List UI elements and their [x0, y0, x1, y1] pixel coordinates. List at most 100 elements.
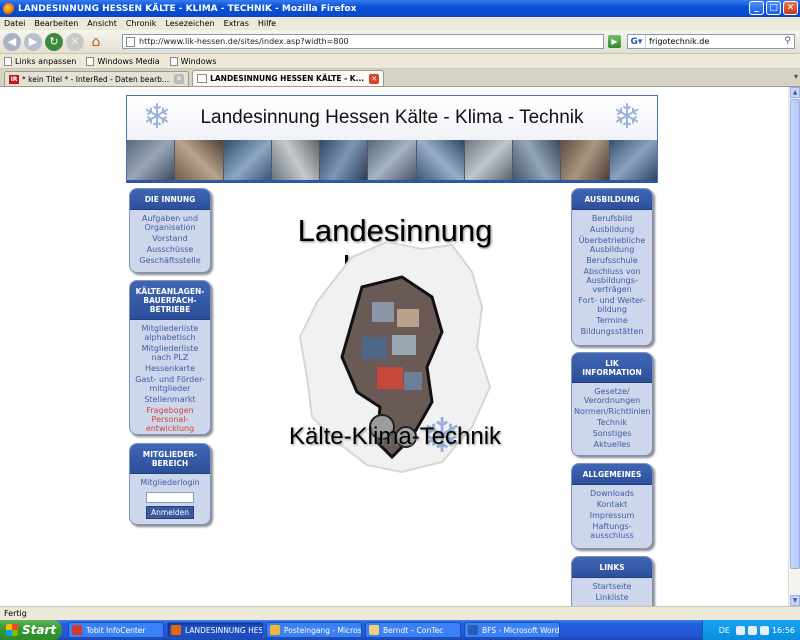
stop-icon[interactable]: ✕	[66, 32, 84, 51]
minimize-button[interactable]: _	[749, 1, 764, 15]
menu-bearbeiten[interactable]: Bearbeiten	[34, 19, 78, 28]
link-mitgliederliste-alphabetisch[interactable]: Mitgliederliste alphabetisch	[132, 324, 208, 342]
box-heading: LIK INFORMATION	[572, 353, 652, 383]
web-content: ❄ Landesinnung Hessen Kälte - Klima - Te…	[0, 87, 788, 606]
banner-photo	[513, 140, 562, 180]
login-label: Mitgliederlogin	[140, 478, 200, 487]
box-heading: KÄLTEANLAGEN-BAUERFACH-BETRIEBE	[130, 281, 210, 320]
login-input[interactable]	[146, 492, 194, 503]
tray-icon[interactable]	[747, 625, 757, 635]
menu-ansicht[interactable]: Ansicht	[87, 19, 117, 28]
menu-datei[interactable]: Datei	[4, 19, 25, 28]
word-icon	[468, 625, 478, 635]
box-lik-information: LIK INFORMATION Gesetze/ Verordnungen No…	[571, 352, 653, 456]
banner-title: Landesinnung Hessen Kälte - Klima - Tech…	[200, 107, 584, 128]
scroll-up-icon[interactable]: ▲	[790, 87, 800, 98]
hessen-photo	[404, 372, 422, 390]
menu-lesezeichen[interactable]: Lesezeichen	[165, 19, 214, 28]
search-box[interactable]: G▾ frigotechnik.de ⚲	[627, 34, 795, 49]
link-normen-richtlinien[interactable]: Normen/Richtlinien	[574, 407, 651, 416]
link-vorstand[interactable]: Vorstand	[132, 234, 208, 243]
link-hessenkarte[interactable]: Hessenkarte	[132, 364, 208, 373]
tab-interred[interactable]: IR * kein Titel * - InterRed - Daten bea…	[4, 71, 190, 86]
google-search-icon[interactable]: G▾	[628, 35, 646, 48]
bookmarks-bar: Links anpassen Windows Media Windows	[0, 54, 800, 69]
link-kontakt[interactable]: Kontakt	[574, 500, 650, 509]
link-aufgaben-organisation[interactable]: Aufgaben und Organisation	[132, 214, 208, 232]
link-ueberbetriebliche-ausbildung[interactable]: Überbetriebliche Ausbildung	[574, 236, 650, 254]
tobit-icon	[72, 625, 82, 635]
link-berufsschule[interactable]: Berufsschule	[574, 256, 650, 265]
link-ausschuesse[interactable]: Ausschüsse	[132, 245, 208, 254]
link-technik[interactable]: Technik	[574, 418, 650, 427]
back-arrow-icon[interactable]: ◀	[3, 32, 21, 51]
task-word[interactable]: BFS - Microsoft Word	[464, 622, 560, 638]
home-icon[interactable]: ⌂	[87, 33, 105, 51]
firefox-icon	[171, 625, 181, 635]
tab-list-icon[interactable]: ▾	[794, 72, 798, 81]
anmelden-button[interactable]: Anmelden	[145, 506, 195, 519]
language-indicator[interactable]: DE	[719, 626, 730, 635]
menu-extras[interactable]: Extras	[224, 19, 249, 28]
menu-chronik[interactable]: Chronik	[126, 19, 157, 28]
tray-icon[interactable]	[735, 625, 745, 635]
bookmark-page-icon	[86, 56, 95, 66]
link-gesetze-verordnungen[interactable]: Gesetze/ Verordnungen	[574, 387, 650, 405]
bookmark-page-icon	[169, 56, 178, 66]
link-termine[interactable]: Termine	[574, 316, 650, 325]
link-berufsbild[interactable]: Berufsbild	[574, 214, 650, 223]
reload-icon[interactable]: ↻	[45, 32, 63, 51]
link-haftungsausschluss[interactable]: Haftungs-ausschluss	[574, 522, 650, 540]
link-startseite[interactable]: Startseite	[574, 582, 650, 591]
task-folder-contec[interactable]: Berndt – ConTec	[365, 622, 461, 638]
task-outlook[interactable]: Posteingang - Micros...	[266, 622, 362, 638]
link-linkliste[interactable]: Linkliste	[574, 593, 650, 602]
banner-photo	[609, 140, 657, 180]
link-stellenmarkt[interactable]: Stellenmarkt	[132, 395, 208, 404]
banner-photo	[127, 140, 176, 180]
scrollbar-thumb[interactable]	[790, 99, 800, 569]
tab-bar: IR * kein Titel * - InterRed - Daten bea…	[0, 69, 800, 87]
task-tobit-infocenter[interactable]: Tobit InfoCenter	[68, 622, 164, 638]
hessen-photo	[397, 309, 419, 327]
link-impressum[interactable]: Impressum	[574, 511, 650, 520]
box-betriebe: KÄLTEANLAGEN-BAUERFACH-BETRIEBE Mitglied…	[129, 280, 211, 435]
link-aktuelles[interactable]: Aktuelles	[574, 440, 650, 449]
close-button[interactable]: ✕	[783, 1, 798, 15]
url-bar[interactable]: http://www.lik-hessen.de/sites/index.asp…	[122, 34, 604, 49]
scroll-down-icon[interactable]: ▼	[790, 595, 800, 606]
vertical-scrollbar[interactable]: ▲ ▼	[788, 87, 800, 606]
search-value: frigotechnik.de	[649, 37, 710, 46]
menu-bar: Datei Bearbeiten Ansicht Chronik Lesezei…	[0, 17, 800, 30]
link-downloads[interactable]: Downloads	[574, 489, 650, 498]
bookmark-windows-media[interactable]: Windows Media	[86, 56, 160, 66]
link-ausbildung[interactable]: Ausbildung	[574, 225, 650, 234]
tab-close-icon[interactable]: ✕	[369, 73, 380, 84]
tab-close-icon[interactable]: ✕	[174, 74, 185, 84]
bookmark-windows[interactable]: Windows	[169, 56, 216, 66]
bookmark-links-anpassen[interactable]: Links anpassen	[4, 56, 76, 66]
link-gast-foerdermitglieder[interactable]: Gast- und Förder-mitglieder	[132, 375, 208, 393]
link-mitgliederliste-plz[interactable]: Mitgliederliste nach PLZ	[132, 344, 208, 362]
firefox-icon	[3, 2, 15, 15]
link-abschluss-ausbildungsvertraegen[interactable]: Abschluss von Ausbildungs-verträgen	[574, 267, 650, 294]
hessen-photo	[392, 335, 416, 355]
forward-arrow-icon[interactable]: ▶	[24, 32, 42, 51]
link-sonstiges[interactable]: Sonstiges	[574, 429, 650, 438]
box-heading: DIE INNUNG	[130, 189, 210, 210]
start-button[interactable]: Start	[0, 620, 62, 640]
maximize-button[interactable]: □	[766, 1, 781, 15]
link-fragebogen-personalentwicklung[interactable]: Fragebogen Personal-entwicklung	[132, 406, 208, 433]
tray-icon[interactable]	[759, 625, 769, 635]
link-geschaeftsstelle[interactable]: Geschäftsstelle	[132, 256, 208, 265]
link-fort-weiterbildung[interactable]: Fort- und Weiter-bildung	[574, 296, 650, 314]
tab-landesinnung[interactable]: LANDESINNUNG HESSEN KÄLTE - K... ✕	[192, 70, 385, 86]
banner-photo	[416, 140, 465, 180]
window-title-bar: LANDESINNUNG HESSEN KÄLTE - KLIMA - TECH…	[0, 0, 800, 17]
go-arrow-icon[interactable]: ▶	[608, 35, 621, 48]
banner-photo	[464, 140, 514, 180]
magnifier-icon[interactable]: ⚲	[784, 36, 791, 46]
menu-hilfe[interactable]: Hilfe	[258, 19, 276, 28]
link-bildungsstaetten[interactable]: Bildungsstätten	[574, 327, 650, 336]
task-firefox[interactable]: LANDESINNUNG HES...	[167, 622, 263, 638]
